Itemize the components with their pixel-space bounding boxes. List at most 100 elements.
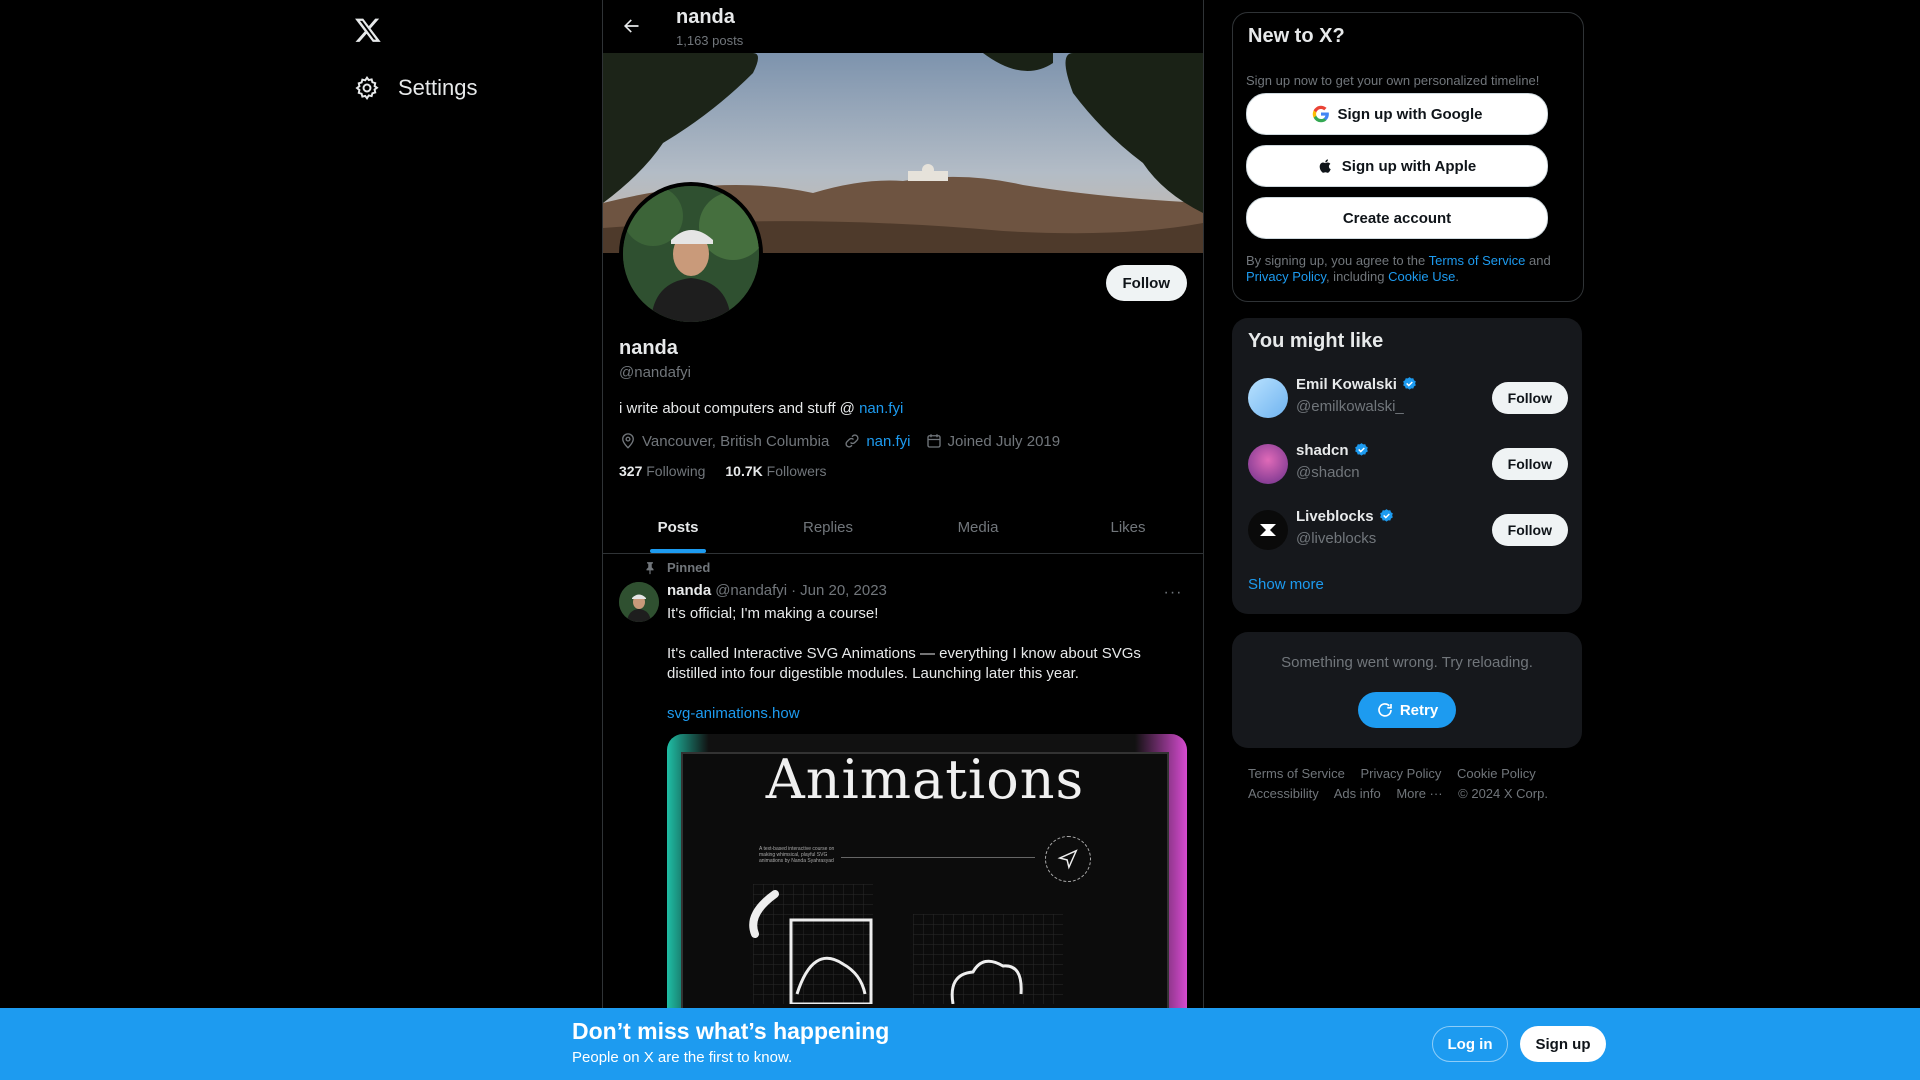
- create-account-label: Create account: [1342, 209, 1452, 227]
- show-more-link[interactable]: Show more: [1248, 576, 1324, 593]
- follow-button[interactable]: Follow: [1105, 265, 1187, 301]
- verified-badge-icon: [1403, 377, 1416, 390]
- post-author-handle[interactable]: @nandafyi: [715, 582, 787, 599]
- terms-text: , including: [1325, 269, 1389, 284]
- post-separator: ·: [791, 582, 797, 599]
- privacy-policy-link[interactable]: Privacy Policy: [1246, 269, 1326, 284]
- location-text: Vancouver, British Columbia: [642, 432, 830, 450]
- profile-joined: Joined July 2019: [925, 432, 1061, 450]
- terms-of-service-link[interactable]: Terms of Service: [1429, 253, 1526, 268]
- signup-terms: By signing up, you agree to the Terms of…: [1246, 253, 1566, 285]
- google-icon: [1312, 105, 1329, 123]
- calendar-icon: [926, 434, 941, 448]
- apple-icon: [1319, 159, 1331, 173]
- post-media-image[interactable]: Animations A text-based interactive cour…: [667, 734, 1187, 1034]
- retry-button[interactable]: Retry: [1358, 692, 1456, 728]
- tab-label: Replies: [802, 518, 854, 536]
- suggested-user[interactable]: shadcn @shadcn Follow: [1248, 438, 1568, 490]
- tab-label: Media: [957, 518, 999, 536]
- active-tab-indicator: [650, 549, 706, 553]
- refresh-icon: [1378, 703, 1392, 717]
- login-button[interactable]: Log in: [1432, 1026, 1508, 1062]
- tab-media[interactable]: Media: [903, 501, 1053, 553]
- user-name: shadcn: [1296, 442, 1349, 459]
- following-label: Following: [646, 463, 706, 479]
- copyright: © 2024 X Corp.: [1458, 786, 1548, 801]
- tab-label: Posts: [657, 518, 699, 536]
- user-avatar[interactable]: [1248, 444, 1288, 484]
- footer-link[interactable]: Terms of Service: [1248, 766, 1345, 781]
- website-link[interactable]: nan.fyi: [866, 433, 910, 450]
- profile-stats: 327 Following 10.7K Followers: [619, 463, 827, 479]
- who-to-follow-card: You might like Emil Kowalski @emilkowals…: [1232, 318, 1582, 614]
- signup-apple-label: Sign up with Apple: [1341, 157, 1477, 175]
- profile-avatar[interactable]: [619, 182, 763, 326]
- profile-handle: @nandafyi: [619, 364, 691, 381]
- post-link[interactable]: svg-animations.how: [667, 705, 800, 722]
- joined-text: Joined July 2019: [947, 432, 1061, 450]
- media-preview: Animations A text-based interactive cour…: [681, 748, 1169, 1034]
- login-banner: Don’t miss what’s happening People on X …: [0, 1008, 1920, 1080]
- header-profile-name: nanda: [676, 6, 735, 28]
- tab-label: Likes: [1110, 518, 1146, 536]
- followers-stat[interactable]: 10.7K Followers: [725, 463, 826, 479]
- x-logo-icon[interactable]: [348, 10, 388, 50]
- profile-meta: Vancouver, British Columbia nan.fyi Join…: [619, 432, 1060, 450]
- footer-link[interactable]: Ads info: [1334, 786, 1381, 801]
- post-author-avatar[interactable]: [619, 582, 659, 622]
- verified-badge-icon: [1379, 509, 1393, 522]
- bio-link[interactable]: nan.fyi: [859, 400, 903, 417]
- cookie-use-link[interactable]: Cookie Use: [1388, 269, 1455, 284]
- post-author-name[interactable]: nanda: [667, 582, 711, 599]
- footer-link[interactable]: Accessibility: [1248, 786, 1319, 801]
- terms-text: and: [1525, 253, 1551, 268]
- signup-apple-button[interactable]: Sign up with Apple: [1246, 145, 1548, 187]
- tab-posts[interactable]: Posts: [603, 501, 753, 553]
- pin-icon: [646, 561, 654, 574]
- user-handle: @emilkowalski_: [1296, 398, 1404, 415]
- tab-replies[interactable]: Replies: [753, 501, 903, 553]
- retry-label: Retry: [1399, 701, 1439, 719]
- user-avatar[interactable]: [1248, 510, 1288, 550]
- signup-button[interactable]: Sign up: [1520, 1026, 1606, 1062]
- back-button[interactable]: [613, 8, 649, 44]
- followers-count: 10.7K: [725, 463, 763, 479]
- footer-link[interactable]: Cookie Policy: [1457, 766, 1536, 781]
- following-stat[interactable]: 327 Following: [619, 463, 705, 479]
- follow-user-button[interactable]: Follow: [1491, 448, 1568, 480]
- media-illustration: [749, 884, 1063, 1004]
- follow-user-button[interactable]: Follow: [1491, 514, 1568, 546]
- banner-subtitle: People on X are the first to know.: [572, 1049, 793, 1066]
- banner-title: Don’t miss what’s happening: [572, 1018, 890, 1044]
- user-name: Emil Kowalski: [1296, 376, 1397, 393]
- signup-subtitle: Sign up now to get your own personalized…: [1246, 73, 1540, 88]
- user-handle: @shadcn: [1296, 464, 1360, 481]
- suggested-user[interactable]: Emil Kowalski @emilkowalski_ Follow: [1248, 372, 1568, 424]
- bio-text: i write about computers and stuff @: [619, 400, 860, 417]
- footer-link[interactable]: More ···: [1396, 786, 1442, 801]
- signup-google-button[interactable]: Sign up with Google: [1246, 93, 1548, 135]
- arrow-left-icon: [624, 19, 639, 33]
- sidebar-right: New to X? Sign up now to get your own pe…: [1232, 0, 1584, 1080]
- footer-link[interactable]: Privacy Policy: [1360, 766, 1441, 781]
- media-divider: [841, 857, 1035, 858]
- nav-settings[interactable]: Settings: [348, 66, 484, 110]
- nav-settings-label: Settings: [398, 75, 478, 100]
- pinned-post[interactable]: Pinned nanda @nandafyi · Jun 20, 2023 ··…: [603, 554, 1203, 1034]
- profile-website: nan.fyi: [843, 432, 911, 450]
- tab-likes[interactable]: Likes: [1053, 501, 1203, 553]
- terms-text: By signing up, you agree to the: [1246, 253, 1429, 268]
- left-navigation: Settings: [340, 0, 600, 1080]
- profile-tabs: Posts Replies Media Likes: [603, 501, 1203, 554]
- followers-label: Followers: [766, 463, 827, 479]
- more-options-icon[interactable]: ···: [1159, 582, 1187, 604]
- terms-text: .: [1455, 269, 1459, 284]
- follow-user-button[interactable]: Follow: [1491, 382, 1568, 414]
- profile-header-bar: nanda 1,163 posts: [603, 0, 1203, 53]
- post-text-line: It's official; I'm making a course!: [667, 605, 879, 622]
- user-avatar[interactable]: [1248, 378, 1288, 418]
- header-post-count: 1,163 posts: [676, 33, 744, 48]
- post-date[interactable]: Jun 20, 2023: [800, 582, 887, 599]
- create-account-button[interactable]: Create account: [1246, 197, 1548, 239]
- suggested-user[interactable]: Liveblocks @liveblocks Follow: [1248, 504, 1568, 556]
